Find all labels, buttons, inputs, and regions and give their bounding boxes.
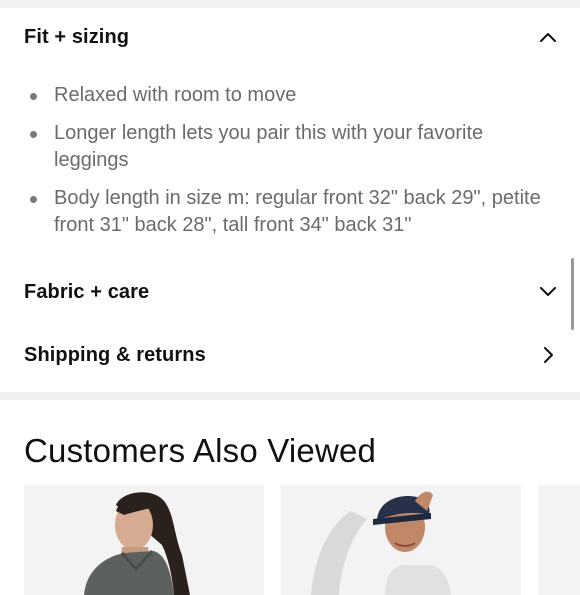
scrollbar[interactable] <box>571 258 574 330</box>
bullet-icon <box>30 93 37 100</box>
fit-detail-text: Relaxed with room to move <box>54 84 297 106</box>
chevron-right-icon[interactable] <box>538 345 558 365</box>
product-card[interactable] <box>281 485 521 595</box>
bullet-icon <box>30 131 37 138</box>
product-card[interactable] <box>538 485 580 595</box>
bullet-icon <box>30 196 37 203</box>
fit-detail-text: Body length in size m: regular front 32"… <box>54 187 541 236</box>
list-item: Relaxed with room to move <box>24 82 554 109</box>
partial-product-photo <box>538 485 580 595</box>
accordion-title-shipping-returns: Shipping & returns <box>24 343 206 366</box>
accordion-shipping-returns[interactable]: Shipping & returns <box>0 327 580 383</box>
woman-grey-sweatshirt-photo <box>24 485 264 595</box>
accordion-fit-sizing[interactable]: Fit + sizing <box>0 9 580 65</box>
chevron-down-icon[interactable] <box>538 282 558 302</box>
top-divider <box>0 0 580 8</box>
fit-details-list: Relaxed with room to move Longer length … <box>24 82 554 250</box>
list-item: Body length in size m: regular front 32"… <box>24 185 554 239</box>
list-item: Longer length lets you pair this with yo… <box>24 120 554 174</box>
woman-navy-cap-photo <box>281 485 521 595</box>
accordion-title-fit-sizing: Fit + sizing <box>24 25 130 48</box>
accordion-title-fabric-care: Fabric + care <box>24 280 150 303</box>
product-card[interactable] <box>24 485 264 595</box>
section-title: Customers Also Viewed <box>24 432 377 469</box>
fit-detail-text: Longer length lets you pair this with yo… <box>54 122 484 171</box>
section-divider <box>0 392 580 400</box>
accordion-fabric-care[interactable]: Fabric + care <box>0 264 580 320</box>
chevron-up-icon[interactable] <box>538 27 558 47</box>
